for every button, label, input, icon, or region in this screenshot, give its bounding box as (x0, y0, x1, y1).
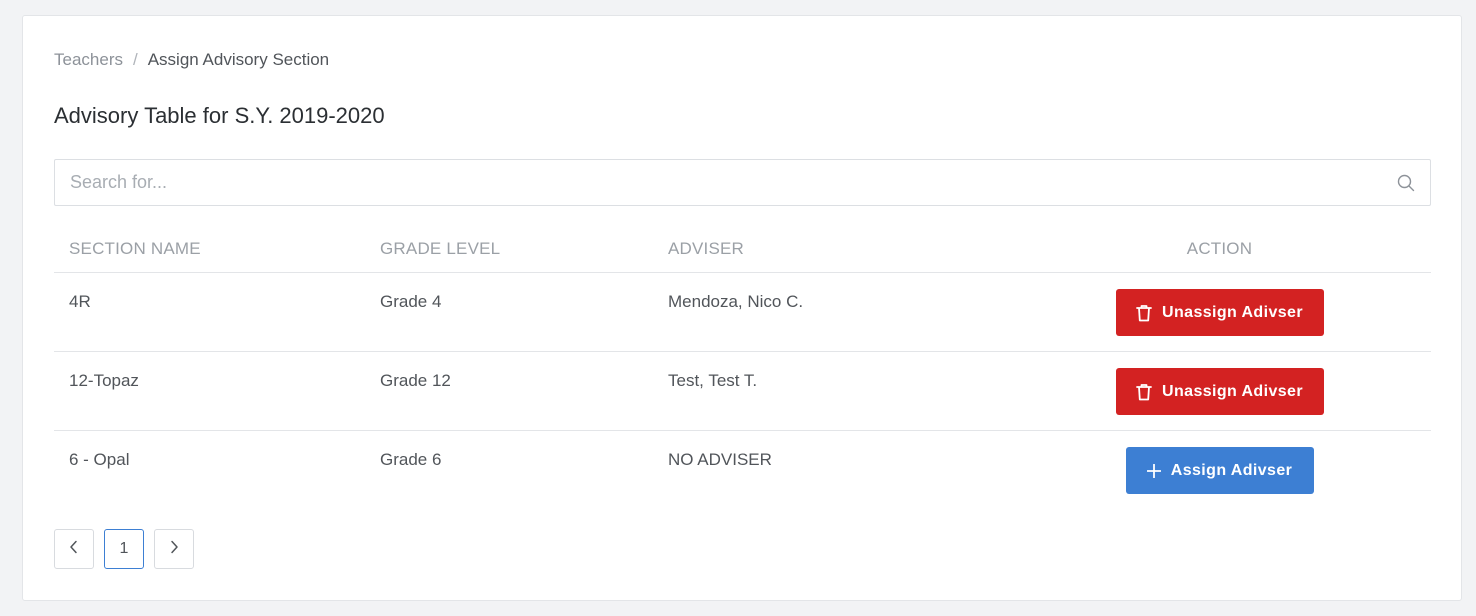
cell-grade-level: Grade 4 (380, 292, 442, 311)
search-box (54, 159, 1431, 206)
cell-adviser: NO ADVISER (668, 450, 772, 469)
button-label: Assign Adivser (1170, 461, 1293, 479)
previous-page-button[interactable] (54, 529, 94, 569)
table-row: 4R Grade 4 Mendoza, Nico C. Unassign Adi… (54, 273, 1431, 352)
trash-icon (1136, 383, 1152, 401)
header-action: ACTION (1186, 239, 1253, 258)
table-row: 6 - Opal Grade 6 NO ADVISER Assign Adivs… (54, 431, 1431, 509)
table-row: 12-Topaz Grade 12 Test, Test T. Unassign… (54, 352, 1431, 431)
advisory-card: Teachers / Assign Advisory Section Advis… (22, 15, 1462, 601)
unassign-adviser-button[interactable]: Unassign Adivser (1115, 289, 1324, 336)
plus-icon (1146, 463, 1161, 478)
assign-adviser-button[interactable]: Assign Adivser (1125, 447, 1314, 494)
cell-adviser: Test, Test T. (668, 371, 758, 390)
page-title: Advisory Table for S.Y. 2019-2020 (54, 103, 385, 128)
button-label: Unassign Adivser (1162, 382, 1303, 400)
header-grade-level: GRADE LEVEL (380, 239, 501, 258)
breadcrumb-separator: / (132, 50, 138, 69)
cell-grade-level: Grade 6 (380, 450, 442, 469)
chevron-right-icon (169, 540, 179, 559)
cell-section-name: 12-Topaz (69, 371, 139, 390)
next-page-button[interactable] (154, 529, 194, 569)
header-section-name: SECTION NAME (69, 239, 201, 258)
cell-action: Unassign Adivser (1008, 352, 1431, 430)
cell-grade-level: Grade 12 (380, 371, 451, 390)
cell-section-name: 6 - Opal (69, 450, 130, 469)
pagination: 1 (54, 529, 204, 569)
cell-section-name: 4R (69, 292, 91, 311)
search-input[interactable] (55, 160, 1396, 205)
search-icon[interactable] (1396, 173, 1416, 193)
breadcrumb: Teachers / Assign Advisory Section (54, 50, 329, 70)
breadcrumb-teachers-link[interactable]: Teachers (54, 50, 123, 70)
breadcrumb-current: Assign Advisory Section (147, 50, 330, 69)
unassign-adviser-button[interactable]: Unassign Adivser (1115, 368, 1324, 415)
cell-adviser: Mendoza, Nico C. (668, 292, 804, 311)
button-label: Unassign Adivser (1162, 303, 1303, 321)
page-number-button[interactable]: 1 (104, 529, 144, 569)
header-adviser: ADVISER (668, 239, 745, 258)
cell-action: Unassign Adivser (1008, 273, 1431, 351)
trash-icon (1136, 304, 1152, 322)
advisory-table: SECTION NAME GRADE LEVEL ADVISER ACTION … (54, 226, 1431, 509)
cell-action: Assign Adivser (1008, 431, 1431, 509)
chevron-left-icon (69, 540, 79, 559)
table-header: SECTION NAME GRADE LEVEL ADVISER ACTION (54, 226, 1431, 273)
